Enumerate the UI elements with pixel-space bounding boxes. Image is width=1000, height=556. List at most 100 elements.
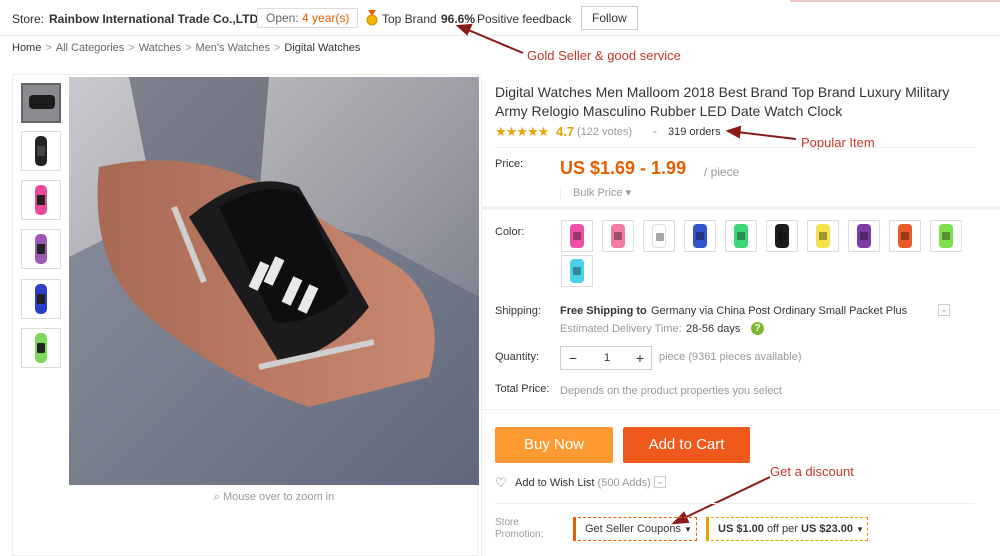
product-title: Digital Watches Men Malloom 2018 Best Br… <box>495 84 950 119</box>
pieces-available: piece (9361 pieces available) <box>659 351 802 363</box>
add-to-cart-button[interactable]: Add to Cart <box>623 427 750 463</box>
watch-band-icon <box>816 224 830 248</box>
panel-divider <box>481 74 482 556</box>
watch-band-icon <box>857 224 871 248</box>
quantity-increase-button[interactable]: + <box>629 347 651 369</box>
divider <box>481 409 1000 410</box>
thumbnail-1[interactable] <box>21 83 61 123</box>
positive-feedback-link[interactable]: Positive feedback <box>477 12 571 26</box>
watch-band-icon <box>611 224 625 248</box>
thumbnail-5[interactable] <box>21 279 61 319</box>
thumbnail-photo <box>23 85 59 121</box>
estimated-delivery-label: Estimated Delivery Time: <box>560 323 682 335</box>
estimated-delivery-days: 28-56 days <box>686 323 741 335</box>
feedback-percent: 96.6% <box>441 12 476 26</box>
rating-value: 4.7 <box>556 124 575 139</box>
top-accent-line <box>790 0 1000 2</box>
add-to-wish-list-link[interactable]: Add to Wish List (500 Adds) <box>515 477 651 489</box>
section-divider <box>481 206 1000 210</box>
watch-band-icon <box>775 224 789 248</box>
zoom-hint-text: Mouse over to zoom in <box>222 491 335 503</box>
total-price-label: Total Price: <box>495 383 550 395</box>
color-swatch[interactable] <box>766 220 798 252</box>
color-swatch[interactable] <box>930 220 962 252</box>
price-label: Price: <box>495 158 524 170</box>
wish-adds-count: (500 Adds) <box>597 477 651 489</box>
breadcrumb-digital-watches[interactable]: Digital Watches <box>284 42 360 54</box>
color-swatch[interactable] <box>561 220 593 252</box>
shipping-method[interactable]: Germany via China Post Ordinary Small Pa… <box>651 305 907 317</box>
open-label: Open: <box>266 11 303 25</box>
total-price-value: Depends on the product properties you se… <box>560 385 782 397</box>
color-swatch[interactable] <box>561 255 593 287</box>
store-promotion-label: Store Promotion: <box>495 517 544 540</box>
color-swatch[interactable] <box>889 220 921 252</box>
watch-band-icon <box>693 224 707 248</box>
watch-band-icon <box>734 224 748 248</box>
store-name-link[interactable]: Rainbow International Trade Co.,LTD <box>49 12 258 26</box>
votes-count[interactable]: (122 votes) <box>577 126 632 138</box>
shipping-label: Shipping: <box>495 305 541 317</box>
top-brand-label: Top Brand <box>382 12 437 26</box>
product-gallery: ⌕ Mouse over to zoom in <box>12 74 479 556</box>
annotation-get-discount: Get a discount <box>770 464 854 479</box>
watch-band-icon <box>652 224 666 248</box>
color-swatch[interactable] <box>602 220 634 252</box>
thumbnail-4[interactable] <box>21 229 61 269</box>
breadcrumb-watches[interactable]: Watches <box>139 42 181 54</box>
main-product-image[interactable] <box>69 77 479 485</box>
chevron-down-icon[interactable]: ⌄ <box>566 12 574 23</box>
quantity-decrease-button[interactable]: − <box>561 347 585 369</box>
thumbnail-2[interactable] <box>21 131 61 171</box>
wish-label: Add to Wish List <box>515 477 595 489</box>
get-seller-coupons-button[interactable]: Get Seller Coupons ▼ <box>573 517 697 541</box>
thumbnail-6[interactable] <box>21 328 61 368</box>
watch-band-icon <box>570 259 584 283</box>
breadcrumb-mens-watches[interactable]: Men's Watches <box>196 42 270 54</box>
color-swatch[interactable] <box>643 220 675 252</box>
breadcrumb-all-categories[interactable]: All Categories <box>56 42 124 54</box>
caret-down-icon: ▼ <box>684 525 692 534</box>
divider <box>495 147 975 148</box>
heart-icon[interactable]: ♡ <box>495 475 507 491</box>
zoom-hint: ⌕ Mouse over to zoom in <box>69 491 479 504</box>
watch-band-icon <box>898 224 912 248</box>
coupon-label: Get Seller Coupons <box>585 523 681 535</box>
store-label: Store: <box>12 12 45 26</box>
buy-now-button[interactable]: Buy Now <box>495 427 613 463</box>
follow-button[interactable]: Follow <box>581 6 638 30</box>
color-label: Color: <box>495 226 525 238</box>
color-swatch[interactable] <box>807 220 839 252</box>
watch-band-icon <box>939 224 953 248</box>
discount-mid: off per <box>766 523 798 535</box>
help-icon[interactable]: ? <box>751 322 764 335</box>
thumbnail-3[interactable] <box>21 180 61 220</box>
breadcrumb: Home > All Categories > Watches > Men's Watche… <box>12 42 361 54</box>
discount-amount: US $1.00 <box>718 523 764 535</box>
chevron-down-icon[interactable]: ⌄ <box>938 304 950 316</box>
quantity-input[interactable]: 1 <box>585 347 629 369</box>
magnifier-icon: ⌕ <box>213 491 223 503</box>
medal-icon <box>366 10 378 26</box>
orders-count: 319 orders <box>668 126 721 138</box>
caret-down-icon: ▼ <box>855 525 864 534</box>
color-swatch[interactable] <box>725 220 757 252</box>
store-bar: Store: Rainbow International Trade Co.,L… <box>0 0 1000 36</box>
store-open-badge: Open: 4 year(s) <box>257 8 359 28</box>
quantity-stepper: − 1 + <box>560 346 652 370</box>
color-swatch[interactable] <box>684 220 716 252</box>
quantity-label: Quantity: <box>495 351 540 363</box>
price-unit: / piece <box>704 165 740 179</box>
watch-band-icon <box>570 224 584 248</box>
breadcrumb-home[interactable]: Home <box>12 42 41 54</box>
bulk-price-dropdown[interactable]: Bulk Price ▾ <box>560 186 631 199</box>
color-swatch[interactable] <box>848 220 880 252</box>
open-years: 4 year(s) <box>302 11 350 25</box>
star-rating-icon[interactable]: ★★★★★ <box>495 124 549 140</box>
annotation-gold-seller: Gold Seller & good service <box>527 48 681 63</box>
chevron-down-icon[interactable]: ⌄ <box>651 125 659 136</box>
chevron-down-icon[interactable]: ⌄ <box>654 476 666 488</box>
divider <box>495 503 975 504</box>
store-discount-dropdown[interactable]: US $1.00 off per US $23.00 ▼ <box>706 517 868 541</box>
watch-photo <box>69 77 479 485</box>
